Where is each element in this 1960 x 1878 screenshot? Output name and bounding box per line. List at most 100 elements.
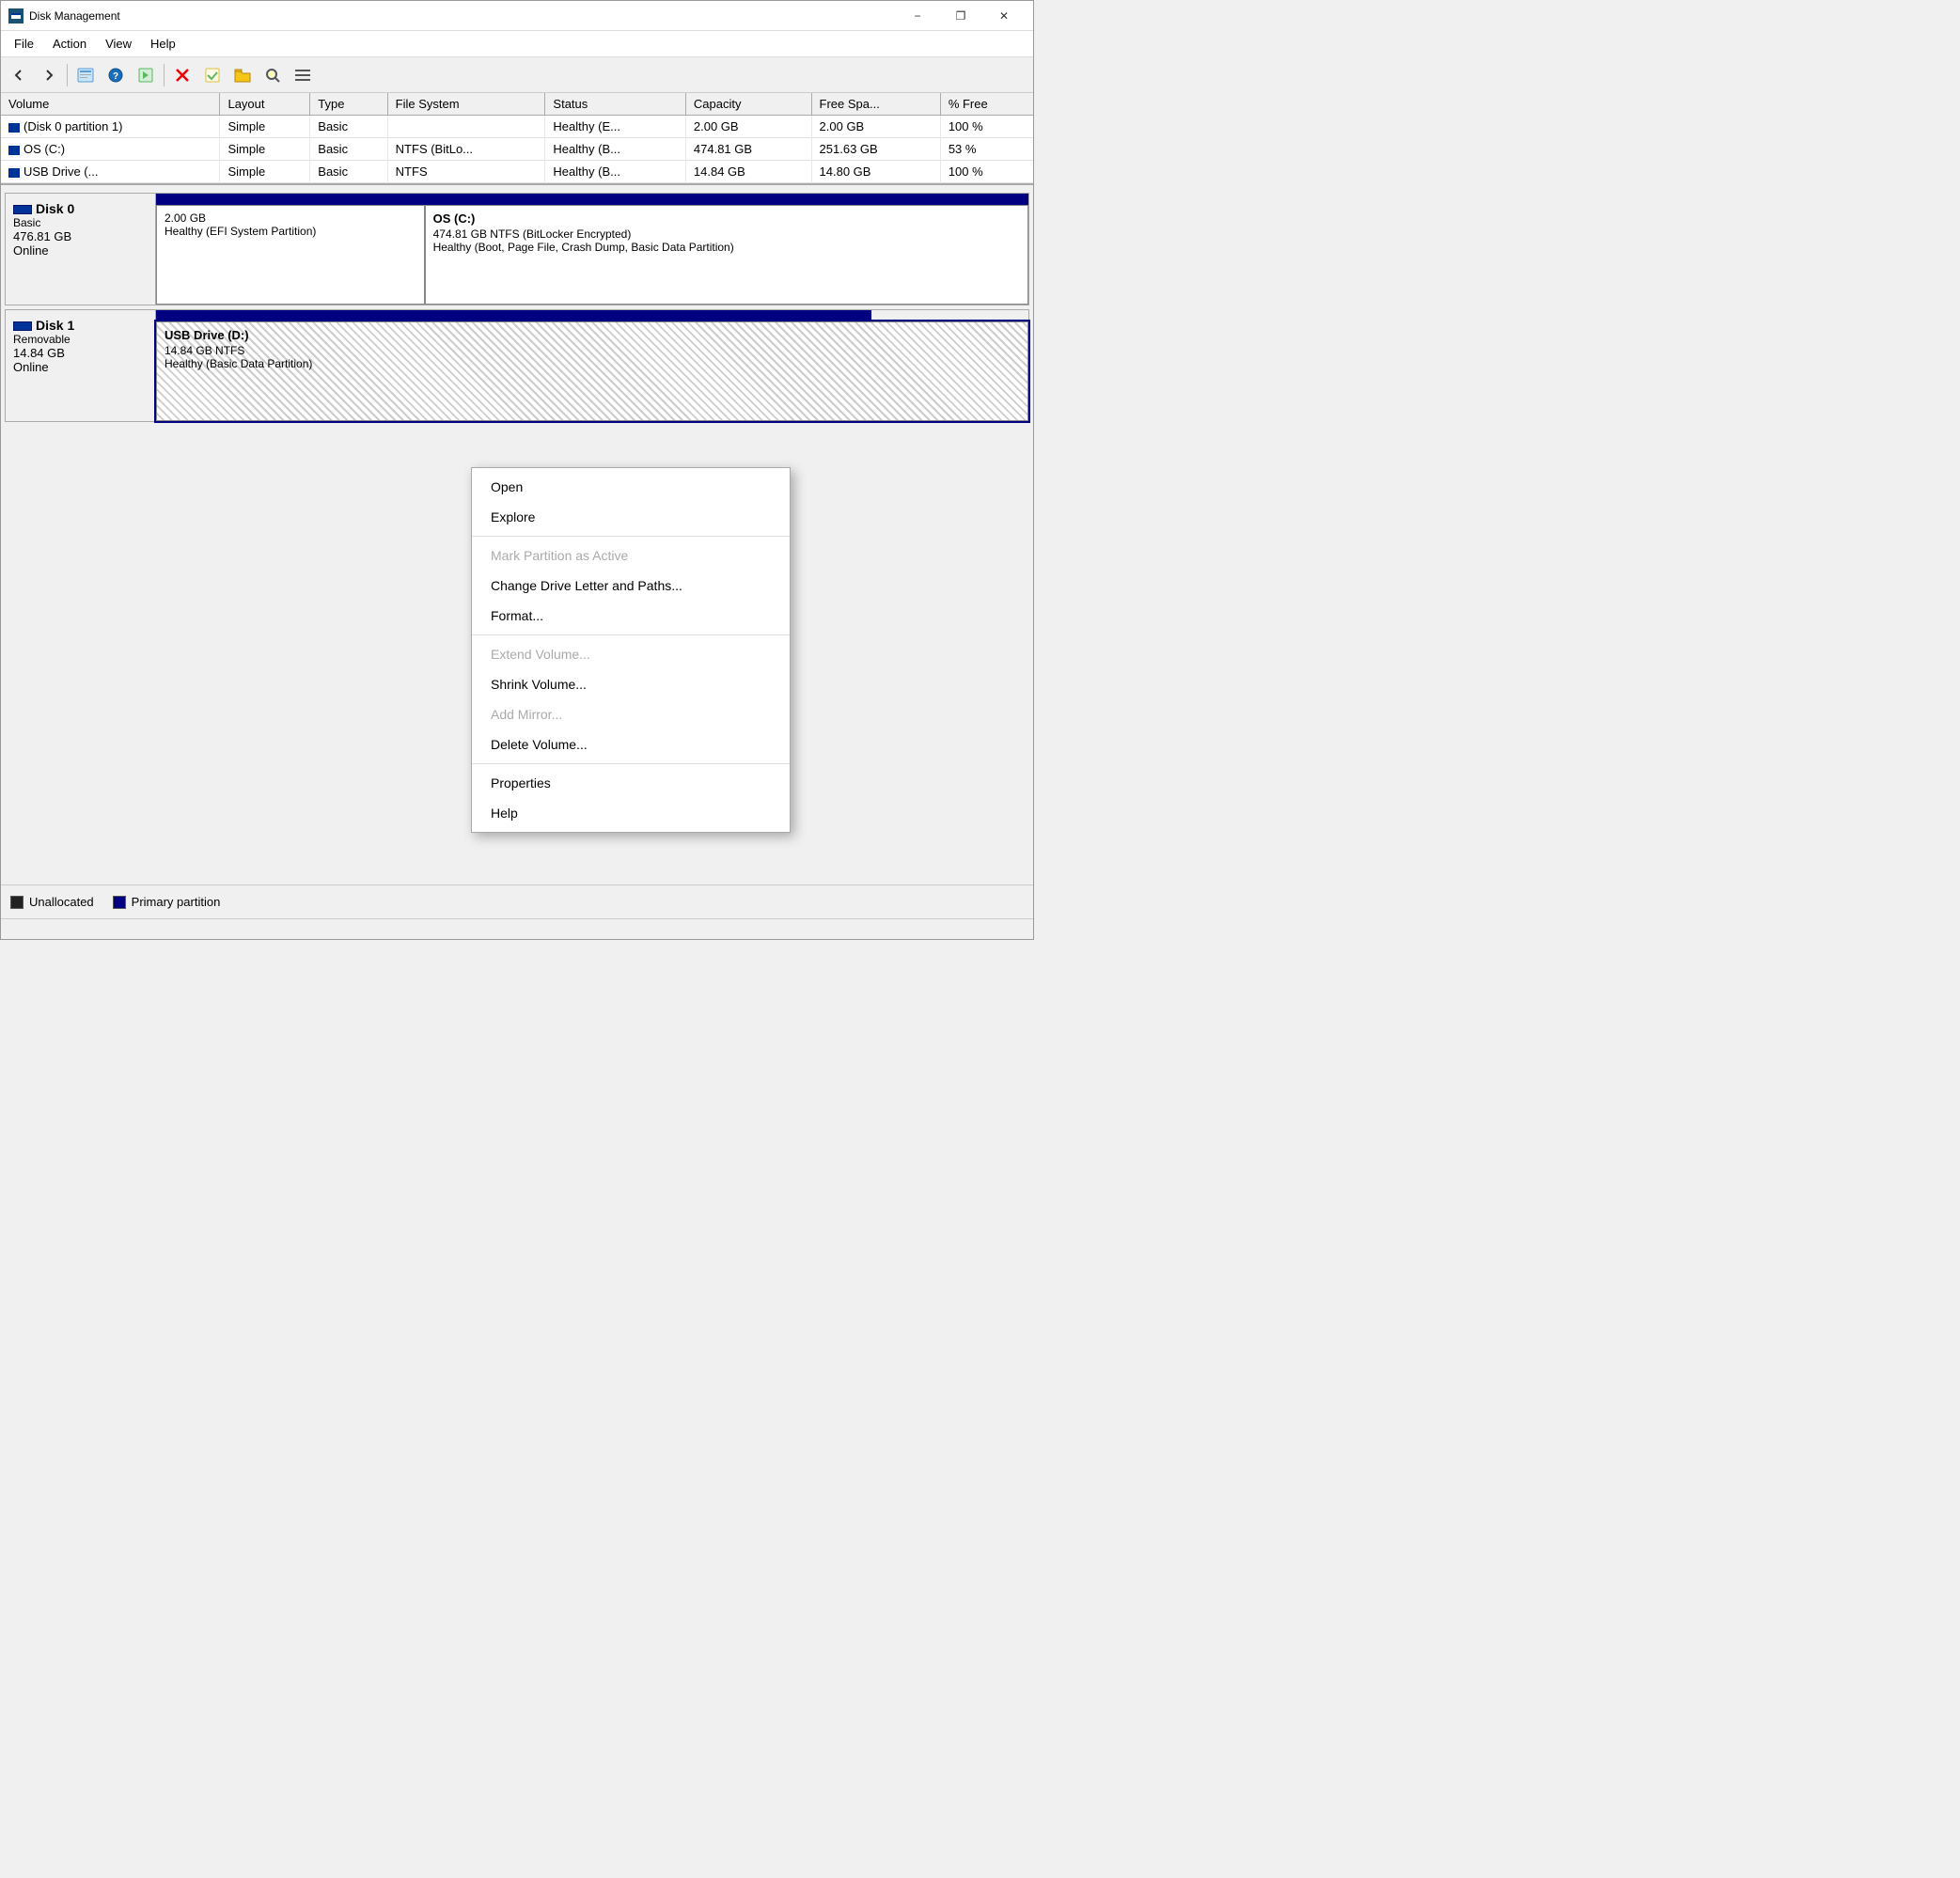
cell-capacity: 2.00 GB: [685, 116, 811, 138]
cell-type: Basic: [310, 138, 387, 161]
partition-size: 2.00 GB: [165, 211, 416, 225]
partition-detail: Healthy (EFI System Partition): [165, 225, 416, 238]
refresh-button[interactable]: [132, 61, 160, 89]
cell-status: Healthy (E...: [545, 116, 685, 138]
table-header-row: Volume Layout Type File System Status Ca…: [1, 93, 1033, 116]
title-bar: Disk Management − ❐ ✕: [1, 1, 1033, 31]
forward-button[interactable]: [35, 61, 63, 89]
partition-size: 14.84 GB NTFS: [165, 344, 1020, 357]
partition-detail: Healthy (Boot, Page File, Crash Dump, Ba…: [433, 241, 1020, 254]
context-menu-item[interactable]: Explore: [472, 502, 790, 532]
cell-volume: (Disk 0 partition 1): [1, 116, 220, 138]
disk-status: Online: [13, 243, 148, 258]
disk-row: Disk 1 Removable 14.84 GB Online USB Dri…: [5, 309, 1029, 422]
partitions-row: 2.00 GBHealthy (EFI System Partition)OS …: [156, 205, 1028, 305]
disk-partitions: 2.00 GBHealthy (EFI System Partition)OS …: [156, 194, 1028, 305]
cell-filesystem: NTFS (BitLo...: [387, 138, 545, 161]
cell-capacity: 474.81 GB: [685, 138, 811, 161]
table-row[interactable]: (Disk 0 partition 1) Simple Basic Health…: [1, 116, 1033, 138]
cell-layout: Simple: [220, 116, 310, 138]
menu-help[interactable]: Help: [141, 33, 185, 55]
partition[interactable]: OS (C:)474.81 GB NTFS (BitLocker Encrypt…: [425, 205, 1028, 305]
col-volume: Volume: [1, 93, 220, 116]
volume-table-container: Volume Layout Type File System Status Ca…: [1, 93, 1033, 185]
volume-table: Volume Layout Type File System Status Ca…: [1, 93, 1033, 183]
cell-percentfree: 100 %: [940, 161, 1033, 183]
partition-size: 474.81 GB NTFS (BitLocker Encrypted): [433, 227, 1020, 241]
partition[interactable]: USB Drive (D:)14.84 GB NTFSHealthy (Basi…: [156, 321, 1028, 421]
cell-volume: OS (C:): [1, 138, 220, 161]
table-row[interactable]: USB Drive (... Simple Basic NTFS Healthy…: [1, 161, 1033, 183]
context-menu-item[interactable]: Help: [472, 798, 790, 828]
disk-row: Disk 0 Basic 476.81 GB Online 2.00 GBHea…: [5, 193, 1029, 305]
col-layout: Layout: [220, 93, 310, 116]
close-button[interactable]: ✕: [982, 1, 1026, 31]
table-row[interactable]: OS (C:) Simple Basic NTFS (BitLo... Heal…: [1, 138, 1033, 161]
disk-name: Disk 0: [13, 201, 148, 216]
context-menu-item[interactable]: Format...: [472, 601, 790, 631]
check-button[interactable]: [198, 61, 227, 89]
cell-type: Basic: [310, 116, 387, 138]
back-button[interactable]: [5, 61, 33, 89]
menu-file[interactable]: File: [5, 33, 43, 55]
menu-action[interactable]: Action: [43, 33, 96, 55]
cell-filesystem: NTFS: [387, 161, 545, 183]
legend-primary-label: Primary partition: [132, 895, 221, 909]
disk-status: Online: [13, 360, 148, 374]
main-window: Disk Management − ❐ ✕ File Action View H…: [0, 0, 1034, 940]
cell-percentfree: 53 %: [940, 138, 1033, 161]
context-menu-item[interactable]: Change Drive Letter and Paths...: [472, 571, 790, 601]
minimize-button[interactable]: −: [896, 1, 939, 31]
help-button[interactable]: ?: [102, 61, 130, 89]
window-icon: [8, 8, 24, 23]
cell-freespace: 251.63 GB: [811, 138, 940, 161]
legend-primary: Primary partition: [113, 895, 221, 909]
folder-button[interactable]: [228, 61, 257, 89]
bottom-status-bar: [1, 918, 1033, 939]
cell-filesystem: [387, 116, 545, 138]
options-button[interactable]: [289, 61, 317, 89]
col-percentfree: % Free: [940, 93, 1033, 116]
partition-title: OS (C:): [433, 211, 1020, 226]
disk-size: 476.81 GB: [13, 229, 148, 243]
context-menu-item: Extend Volume...: [472, 639, 790, 669]
disk-partitions: USB Drive (D:)14.84 GB NTFSHealthy (Basi…: [156, 310, 1028, 421]
col-capacity: Capacity: [685, 93, 811, 116]
col-freespace: Free Spa...: [811, 93, 940, 116]
restore-button[interactable]: ❐: [939, 1, 982, 31]
properties-button[interactable]: [71, 61, 100, 89]
cell-layout: Simple: [220, 138, 310, 161]
cell-status: Healthy (B...: [545, 138, 685, 161]
partition-bar-wrap: [156, 310, 1028, 321]
disk-label: Disk 0 Basic 476.81 GB Online: [6, 194, 156, 305]
partitions-row: USB Drive (D:)14.84 GB NTFSHealthy (Basi…: [156, 321, 1028, 421]
menu-view[interactable]: View: [96, 33, 141, 55]
cell-percentfree: 100 %: [940, 116, 1033, 138]
search-button[interactable]: [259, 61, 287, 89]
toolbar-sep-1: [67, 64, 68, 86]
context-menu-item[interactable]: Open: [472, 472, 790, 502]
col-status: Status: [545, 93, 685, 116]
cell-status: Healthy (B...: [545, 161, 685, 183]
context-menu-item[interactable]: Properties: [472, 768, 790, 798]
window-controls: − ❐ ✕: [896, 1, 1026, 31]
context-menu-separator: [472, 763, 790, 764]
delete-button[interactable]: [168, 61, 196, 89]
legend-unalloc-label: Unallocated: [29, 895, 94, 909]
context-menu-item: Add Mirror...: [472, 699, 790, 729]
partition[interactable]: 2.00 GBHealthy (EFI System Partition): [156, 205, 425, 305]
context-menu-separator: [472, 536, 790, 537]
partition-bar: [156, 310, 871, 321]
cell-freespace: 14.80 GB: [811, 161, 940, 183]
disk-size: 14.84 GB: [13, 346, 148, 360]
legend-unallocated: Unallocated: [10, 895, 94, 909]
disk-area: Disk 0 Basic 476.81 GB Online 2.00 GBHea…: [1, 185, 1033, 884]
legend-unalloc-box: [10, 896, 24, 909]
context-menu: OpenExplore Mark Partition as ActiveChang…: [471, 467, 791, 833]
context-menu-item[interactable]: Shrink Volume...: [472, 669, 790, 699]
cell-type: Basic: [310, 161, 387, 183]
partition-title: USB Drive (D:): [165, 328, 1020, 342]
context-menu-item: Mark Partition as Active: [472, 540, 790, 571]
toolbar-sep-2: [164, 64, 165, 86]
context-menu-item[interactable]: Delete Volume...: [472, 729, 790, 759]
